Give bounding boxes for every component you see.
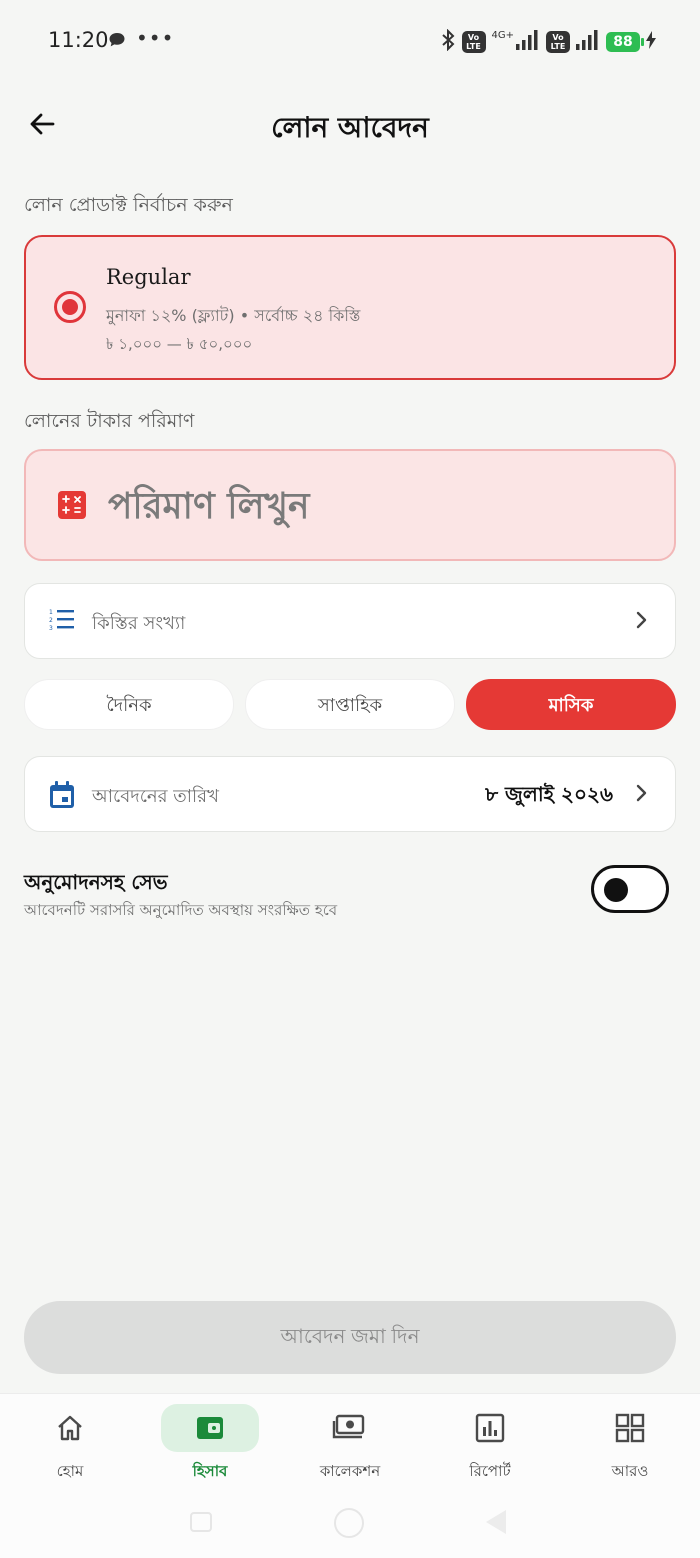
home-button[interactable] — [334, 1508, 364, 1538]
signal-icon — [516, 30, 540, 54]
chevron-right-icon — [635, 610, 649, 634]
nav-item-home[interactable]: হোম — [20, 1404, 120, 1484]
nav-label-report: রিপোর্ট — [469, 1462, 511, 1480]
submit-application-button[interactable]: আবেদন জমা দিন — [24, 1301, 676, 1374]
product-name: Regular — [106, 265, 191, 289]
toggle-knob — [604, 878, 628, 902]
battery-indicator: 88 — [606, 32, 644, 52]
nav-label-home: হোম — [56, 1462, 84, 1480]
system-nav-bar — [0, 1500, 700, 1558]
product-option-regular[interactable]: Regular মুনাফা ১২% (ফ্ল্যাট) • সর্বোচ্চ … — [24, 235, 676, 380]
product-range: ৳ ১,০০০ — ৳ ৫০,০০০ — [106, 335, 253, 353]
volte-badge-2: Vo LTE — [546, 31, 570, 53]
collection-icon — [301, 1404, 399, 1452]
approval-subtitle: আবেদনটি সরাসরি অনুমোদিত অবস্থায় সংরক্ষি… — [24, 901, 338, 919]
svg-text:2: 2 — [49, 617, 53, 624]
radio-selected-icon[interactable] — [54, 291, 86, 323]
recents-button[interactable] — [190, 1512, 212, 1532]
volte-badge: Vo LTE — [461, 31, 486, 53]
app-header: লোন আবেদন — [0, 92, 700, 156]
approval-title: অনুমোদনসহ সেভ — [24, 870, 168, 894]
bluetooth-icon — [440, 28, 456, 55]
report-icon — [441, 1404, 539, 1452]
frequency-daily[interactable]: দৈনিক — [24, 679, 234, 730]
amount-field[interactable] — [24, 449, 676, 561]
system-back-button[interactable] — [486, 1510, 506, 1534]
svg-text:3: 3 — [49, 625, 53, 632]
nav-label-more: আরও — [611, 1462, 649, 1480]
status-indicators: Vo LTE 4G+ Vo LTE 88 — [440, 28, 656, 55]
nav-item-more[interactable]: আরও — [580, 1404, 680, 1484]
amount-section-label: লোনের টাকার পরিমাণ — [24, 410, 195, 432]
nav-label-accounts: হিসাব — [192, 1462, 228, 1480]
installment-count-label: কিস্তির সংখ্যা — [92, 613, 186, 634]
status-bar: 11:20 ••• Vo LTE 4G+ Vo LTE 88 — [0, 0, 700, 84]
calculator-icon — [58, 491, 86, 523]
nav-item-collection[interactable]: কালেকশন — [300, 1404, 400, 1484]
approval-toggle[interactable] — [591, 865, 669, 913]
page-title: লোন আবেদন — [271, 111, 429, 144]
grid-icon — [581, 1404, 679, 1452]
nav-item-report[interactable]: রিপোর্ট — [440, 1404, 540, 1484]
home-icon — [21, 1404, 119, 1452]
signal-icon-2 — [576, 30, 600, 54]
product-section-label: লোন প্রোডাক্ট নির্বাচন করুন — [24, 194, 233, 216]
apply-date-value: ৮ জুলাই ২০২৬ — [485, 782, 613, 806]
svg-text:1: 1 — [49, 609, 53, 616]
apply-date-selector[interactable]: আবেদনের তারিখ ৮ জুলাই ২০২৬ — [24, 756, 676, 832]
amount-input[interactable] — [108, 475, 648, 537]
frequency-weekly[interactable]: সাপ্তাহিক — [245, 679, 455, 730]
installment-count-selector[interactable]: 1 2 3 কিস্তির সংখ্যা — [24, 583, 676, 659]
numbered-list-icon: 1 2 3 — [49, 608, 75, 636]
message-icon — [108, 31, 126, 53]
nav-label-collection: কালেকশন — [319, 1462, 381, 1480]
nav-item-accounts[interactable]: হিসাব — [160, 1404, 260, 1484]
wallet-icon — [161, 1404, 259, 1452]
more-notifications-icon: ••• — [136, 26, 175, 50]
status-time: 11:20 — [48, 28, 109, 52]
calendar-icon — [49, 781, 75, 813]
apply-date-label: আবেদনের তারিখ — [92, 786, 219, 807]
network-type: 4G+ — [491, 30, 515, 41]
chevron-right-icon — [635, 783, 649, 807]
charging-icon — [646, 31, 656, 53]
product-detail: মুনাফা ১২% (ফ্ল্যাট) • সর্বোচ্চ ২৪ কিস্ত… — [106, 306, 361, 325]
frequency-monthly[interactable]: মাসিক — [466, 679, 676, 730]
